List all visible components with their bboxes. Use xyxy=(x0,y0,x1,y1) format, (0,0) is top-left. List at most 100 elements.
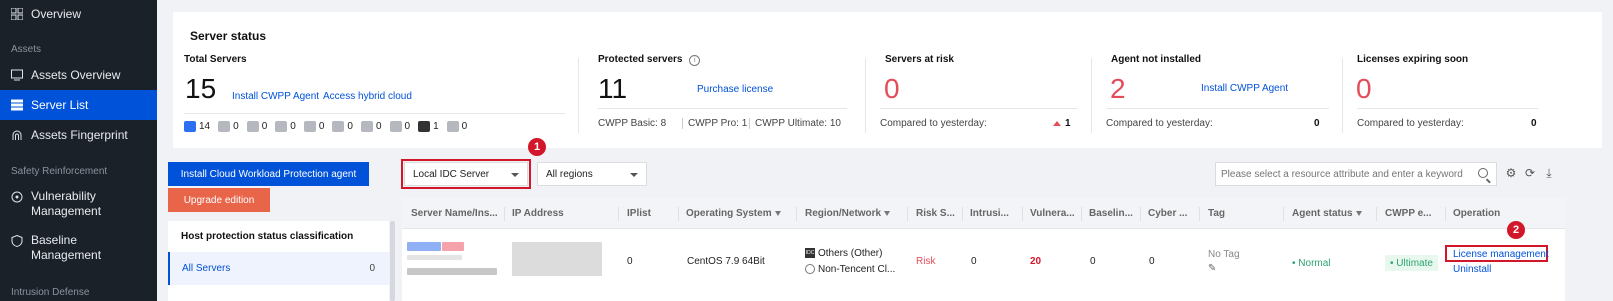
filter-icon[interactable] xyxy=(884,210,891,216)
settings-cloud-icon xyxy=(446,121,459,132)
network-type: Non-Tencent Cl... xyxy=(805,264,895,275)
callout-badge-2: 2 xyxy=(1507,221,1525,239)
server-icon xyxy=(218,121,231,132)
divider xyxy=(907,207,908,221)
column-header-tag[interactable]: Tag xyxy=(1208,208,1225,219)
access-hybrid-cloud-link[interactable]: Access hybrid cloud xyxy=(323,91,412,102)
cyber-count[interactable]: 0 xyxy=(1149,256,1155,267)
sidebar-item-server-list[interactable]: Server List xyxy=(0,90,157,120)
globe-icon xyxy=(805,264,815,275)
divider xyxy=(578,58,579,133)
os-count-value: 0 xyxy=(290,121,296,132)
column-header-label: Agent status xyxy=(1292,208,1353,219)
panel-title: Server status xyxy=(190,29,267,43)
os-count-value: 0 xyxy=(461,121,468,132)
protected-servers-label-text: Protected servers xyxy=(598,54,683,65)
sidebar-item-assets-overview[interactable]: Assets Overview xyxy=(0,65,157,85)
agent-status: • Normal xyxy=(1292,258,1331,269)
filter-icon[interactable] xyxy=(1355,210,1362,216)
license-management-link[interactable]: License management xyxy=(1453,249,1549,260)
cwpp-ultimate-count: CWPP Ultimate: 10 xyxy=(749,118,841,129)
os-count-value: 14 xyxy=(199,121,211,132)
sidebar-item-overview[interactable]: Overview xyxy=(0,4,157,24)
os-count-value: 0 xyxy=(404,121,411,132)
os-count-item[interactable]: 0 xyxy=(446,121,468,132)
risk-status[interactable]: Risk xyxy=(916,256,935,267)
sidebar-item-vulnerability[interactable]: Vulnerability Management xyxy=(0,189,157,221)
region-value: All regions xyxy=(546,168,593,180)
arrow-up-icon xyxy=(1053,121,1061,126)
os-count-item[interactable]: 0 xyxy=(246,121,268,132)
total-servers-value: 15 xyxy=(185,73,217,104)
bug-icon xyxy=(11,191,23,203)
divider xyxy=(1091,58,1092,133)
column-header-os[interactable]: Operating System xyxy=(686,208,781,219)
fingerprint-icon xyxy=(11,129,23,141)
os-count-value: 1 xyxy=(433,121,439,132)
edit-icon[interactable]: ✎ xyxy=(1208,264,1218,274)
os-count-item[interactable]: 1 xyxy=(418,121,439,132)
upgrade-edition-button[interactable]: Upgrade edition xyxy=(168,188,270,212)
install-protection-agent-button[interactable]: Install Cloud Workload Protection agent xyxy=(168,162,369,186)
divider xyxy=(618,207,619,221)
os-count-item[interactable]: 0 xyxy=(218,121,239,132)
refresh-icon[interactable]: ⟳ xyxy=(1524,167,1536,179)
search-input[interactable] xyxy=(1215,162,1497,186)
vulnerability-count[interactable]: 20 xyxy=(1030,256,1041,267)
network-type-text: Non-Tencent Cl... xyxy=(818,264,896,275)
search-icon[interactable] xyxy=(1478,168,1488,178)
os-count-item[interactable]: 14 xyxy=(184,121,210,132)
download-icon[interactable]: ⤓ xyxy=(1543,167,1555,179)
column-header-region[interactable]: Region/Network xyxy=(805,208,891,219)
protected-servers-value: 11 xyxy=(598,73,628,104)
status-dot-icon: • xyxy=(1292,258,1296,269)
info-icon[interactable]: i xyxy=(689,55,701,66)
sidebar-item-baseline[interactable]: Baseline Management xyxy=(0,233,157,265)
column-header-cwpp-edition[interactable]: CWPP e... xyxy=(1385,208,1432,219)
column-header-iplist[interactable]: IPlist xyxy=(627,208,651,219)
server-type-select[interactable]: Local IDC Server xyxy=(401,159,531,189)
column-header-operation: Operation xyxy=(1453,208,1501,219)
os-count-item[interactable]: 0 xyxy=(303,121,324,132)
os-count-value: 0 xyxy=(261,121,268,132)
region-select[interactable]: All regions xyxy=(537,162,647,186)
gear-icon[interactable]: ⚙ xyxy=(1505,167,1517,179)
baseline-count[interactable]: 0 xyxy=(1090,256,1096,267)
install-cwpp-agent-link[interactable]: Install CWPP Agent xyxy=(232,91,319,102)
purchase-license-link[interactable]: Purchase license xyxy=(697,84,773,95)
sidebar-item-label-group: Baseline Management xyxy=(31,233,101,263)
column-header-name[interactable]: Server Name/Ins... xyxy=(411,208,498,219)
shield-icon xyxy=(11,234,23,248)
column-header-baseline[interactable]: Baselin... xyxy=(1089,208,1133,219)
divider xyxy=(1199,207,1200,221)
column-header-agent-status[interactable]: Agent status xyxy=(1292,208,1362,219)
os-count-item[interactable]: 0 xyxy=(389,121,411,132)
sidebar-item-assets-fingerprint[interactable]: Assets Fingerprint xyxy=(0,125,157,145)
idc-icon xyxy=(418,121,431,132)
column-header-ip[interactable]: IP Address xyxy=(512,208,564,219)
os-count-item[interactable]: 0 xyxy=(360,121,382,132)
filter-icon[interactable] xyxy=(774,210,781,216)
cwpp-edition-text: Ultimate xyxy=(1396,257,1433,269)
os-count-item[interactable]: 0 xyxy=(275,121,296,132)
classification-item-all-servers[interactable]: All Servers 0 xyxy=(168,252,389,285)
column-header-intrusion[interactable]: Intrusi... xyxy=(970,208,1009,219)
uninstall-link[interactable]: Uninstall xyxy=(1453,264,1491,275)
column-header-vulnerability[interactable]: Vulnera... xyxy=(1030,208,1075,219)
install-cwpp-agent-link-2[interactable]: Install CWPP Agent xyxy=(1201,83,1288,94)
region-primary-text: Others (Other) xyxy=(818,248,883,259)
os-count-value: 0 xyxy=(347,121,353,132)
sidebar-item-label: Server List xyxy=(31,98,89,112)
column-header-risk[interactable]: Risk S... xyxy=(916,208,955,219)
total-servers-label: Total Servers xyxy=(184,54,247,65)
divider xyxy=(1342,58,1343,133)
os-count-item[interactable]: 0 xyxy=(332,121,353,132)
divider xyxy=(1022,207,1023,221)
list-icon xyxy=(11,99,23,111)
column-header-cyber[interactable]: Cyber ... xyxy=(1148,208,1187,219)
windows-icon xyxy=(275,121,288,132)
sidebar-item-label: Assets Fingerprint xyxy=(31,128,128,142)
classification-scrollbar[interactable] xyxy=(390,221,395,301)
intrusion-count[interactable]: 0 xyxy=(971,256,977,267)
protection-classification-panel: Host protection status classification Al… xyxy=(168,221,389,301)
